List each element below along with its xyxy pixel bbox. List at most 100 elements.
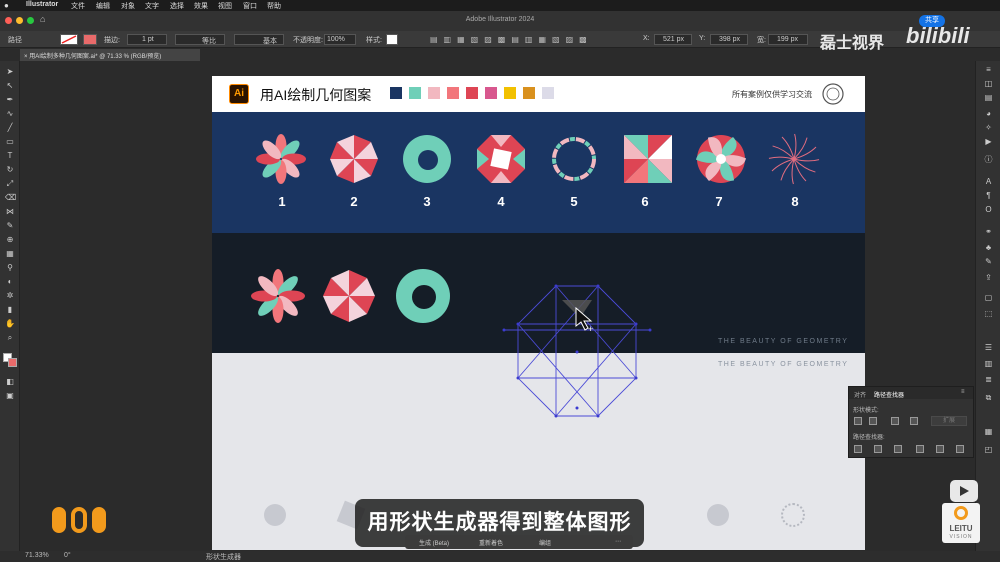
- export-icon[interactable]: ⇪: [983, 273, 994, 283]
- variable-width-profile[interactable]: 等比: [175, 34, 225, 45]
- generate-button[interactable]: 生成 (Beta): [419, 538, 449, 547]
- exclude-button[interactable]: [910, 417, 918, 425]
- line-tool-icon[interactable]: ╱: [5, 123, 15, 133]
- shape-builder-tool-icon[interactable]: ⊕: [5, 235, 15, 245]
- rotation-angle[interactable]: 0°: [64, 552, 71, 559]
- brushes-icon[interactable]: ✎: [983, 257, 994, 267]
- appearance-icon[interactable]: ✧: [983, 123, 994, 133]
- tab-pathfinder[interactable]: 路径查找器: [874, 390, 904, 399]
- draw-mode-icon[interactable]: ◧: [5, 377, 15, 387]
- opentype-icon[interactable]: O: [983, 205, 994, 215]
- menu-effect[interactable]: 效果: [194, 1, 208, 11]
- pattern-7-swirl[interactable]: [695, 133, 747, 185]
- pattern-1-flower[interactable]: [255, 133, 307, 185]
- pathfinder-panel-icon[interactable]: ⧉: [983, 393, 994, 403]
- brush-definition[interactable]: 基本: [234, 34, 284, 45]
- paragraph-icon[interactable]: ¶: [983, 191, 994, 201]
- info-icon[interactable]: ⓘ: [983, 155, 994, 165]
- libraries-icon[interactable]: ▤: [983, 93, 994, 103]
- merge-button[interactable]: [894, 445, 902, 453]
- graphic-styles-icon[interactable]: ◰: [983, 445, 994, 455]
- pattern-4-octagon[interactable]: [475, 133, 527, 185]
- graphic-style-swatch[interactable]: [386, 34, 398, 45]
- work-pattern-flower[interactable]: [250, 268, 306, 324]
- gradient-tool-icon[interactable]: ▦: [5, 249, 15, 259]
- menu-file[interactable]: 文件: [71, 1, 85, 11]
- outline-button[interactable]: [936, 445, 944, 453]
- zoom-tool-icon[interactable]: ⌕: [5, 333, 15, 343]
- pattern-3-ring[interactable]: [401, 133, 453, 185]
- align-icons[interactable]: ▤▥▦▧▨▩▤▥▦▧▨▩: [430, 35, 630, 45]
- zoom-window-button[interactable]: [27, 17, 34, 24]
- group-button[interactable]: 编组: [539, 538, 551, 547]
- crop-button[interactable]: [916, 445, 924, 453]
- screen-mode-icon[interactable]: ▣: [5, 391, 15, 401]
- width-tool-icon[interactable]: ⋈: [5, 207, 15, 217]
- pen-tool-icon[interactable]: ✒: [5, 95, 15, 105]
- symbol-sprayer-tool-icon[interactable]: ✲: [5, 291, 15, 301]
- construction-grid-selection[interactable]: [502, 276, 652, 426]
- menu-window[interactable]: 窗口: [243, 1, 257, 11]
- menu-object[interactable]: 对象: [121, 1, 135, 11]
- align-panel-icon[interactable]: ☰: [983, 343, 994, 353]
- pattern-5-dashed-ring[interactable]: [548, 133, 600, 185]
- eyedropper-tool-icon[interactable]: ⚲: [5, 263, 15, 273]
- width-field[interactable]: 199 px: [768, 34, 808, 45]
- work-pattern-umbrella[interactable]: [321, 268, 377, 324]
- tab-align[interactable]: 对齐: [854, 390, 866, 399]
- artboard[interactable]: Ai 用AI绘制几何图案 所有案例仅供学习交流 1 2 3 4 5 6 7 8 …: [212, 76, 865, 550]
- swatches-icon[interactable]: ▦: [983, 427, 994, 437]
- close-tab-icon[interactable]: ×: [24, 54, 28, 60]
- curvature-tool-icon[interactable]: ∿: [5, 109, 15, 119]
- menu-select[interactable]: 选择: [170, 1, 184, 11]
- blend-tool-icon[interactable]: ◐: [5, 277, 15, 287]
- intersect-button[interactable]: [891, 417, 899, 425]
- stroke-panel-icon[interactable]: ≣: [983, 375, 994, 385]
- x-field[interactable]: 521 px: [654, 34, 692, 45]
- minus-front-button[interactable]: [869, 417, 877, 425]
- home-icon[interactable]: ⌂: [40, 14, 50, 24]
- close-window-button[interactable]: [5, 17, 12, 24]
- play-icon[interactable]: ▶: [983, 137, 994, 147]
- opacity-field[interactable]: 100%: [324, 34, 356, 45]
- gradient-panel-icon[interactable]: ▥: [983, 359, 994, 369]
- menu-help[interactable]: 帮助: [267, 1, 281, 11]
- trim-button[interactable]: [874, 445, 882, 453]
- hand-tool-icon[interactable]: ✋: [5, 319, 15, 329]
- document-tab[interactable]: × 用AI绘制多种几何图案.ai* @ 71.33 % (RGB/预览): [20, 49, 200, 61]
- menu-type[interactable]: 文字: [145, 1, 159, 11]
- more-options-icon[interactable]: ⋯: [615, 538, 621, 545]
- expand-button[interactable]: 扩展: [931, 416, 967, 426]
- links-icon[interactable]: ⚭: [983, 227, 994, 237]
- unite-button[interactable]: [854, 417, 862, 425]
- color-icon[interactable]: ◕: [983, 109, 994, 119]
- selection-tool-icon[interactable]: ➤: [5, 67, 15, 77]
- properties-icon[interactable]: ≡: [983, 65, 994, 75]
- pattern-8-spiral[interactable]: [768, 133, 820, 185]
- rotate-tool-icon[interactable]: ↻: [5, 165, 15, 175]
- y-field[interactable]: 398 px: [710, 34, 748, 45]
- panel-menu-icon[interactable]: ≡: [961, 389, 965, 395]
- character-icon[interactable]: A: [983, 177, 994, 187]
- apple-icon[interactable]: ●: [4, 1, 9, 10]
- layers-icon[interactable]: ◫: [983, 79, 994, 89]
- stroke-swatch[interactable]: [83, 34, 97, 45]
- stroke-color-icon[interactable]: [8, 358, 17, 367]
- pattern-2-umbrella[interactable]: [328, 133, 380, 185]
- work-pattern-ring[interactable]: [394, 267, 452, 325]
- transform-icon[interactable]: ⬚: [983, 309, 994, 319]
- rectangle-tool-icon[interactable]: ▭: [5, 137, 15, 147]
- divide-button[interactable]: [854, 445, 862, 453]
- minimize-window-button[interactable]: [16, 17, 23, 24]
- menu-view[interactable]: 视图: [218, 1, 232, 11]
- symbols-icon[interactable]: ♣: [983, 243, 994, 253]
- zoom-level[interactable]: 71.33%: [25, 552, 49, 559]
- fill-swatch[interactable]: [60, 34, 78, 45]
- menu-app-name[interactable]: Illustrator: [26, 1, 58, 8]
- recolor-button[interactable]: 重新着色: [479, 538, 503, 547]
- scale-tool-icon[interactable]: ⤢: [5, 179, 15, 189]
- brush-tool-icon[interactable]: ✎: [5, 221, 15, 231]
- menu-edit[interactable]: 编辑: [96, 1, 110, 11]
- column-graph-tool-icon[interactable]: ▮: [5, 305, 15, 315]
- type-tool-icon[interactable]: T: [5, 151, 15, 161]
